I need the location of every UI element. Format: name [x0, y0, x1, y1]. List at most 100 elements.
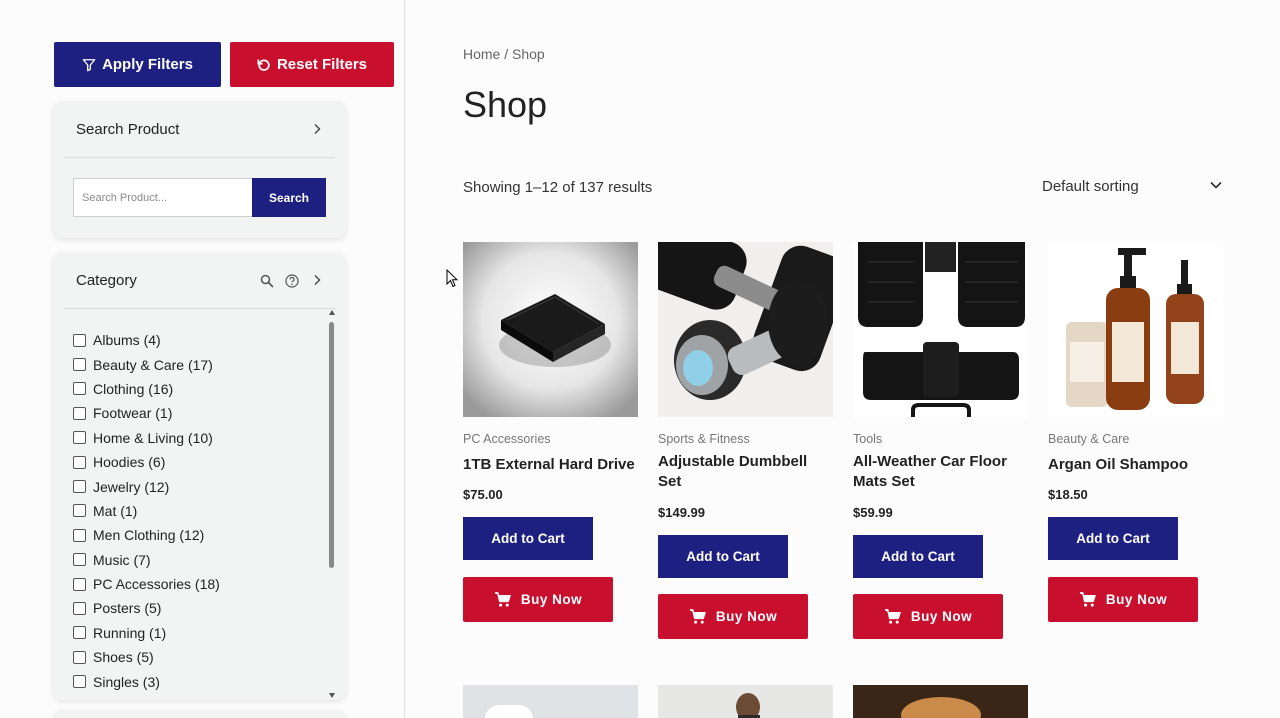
page-title: Shop — [463, 84, 548, 125]
category-checkbox[interactable] — [73, 650, 86, 664]
search-icon[interactable] — [260, 274, 274, 288]
scrollbar-thumb[interactable] — [329, 322, 334, 568]
shop-page: Apply Filters Reset Filters Search Produ… — [0, 0, 1280, 718]
category-item[interactable]: Singles (3) — [73, 669, 313, 693]
product-name[interactable]: Adjustable Dumbbell Set — [658, 452, 833, 492]
product-category[interactable]: PC Accessories — [463, 432, 551, 446]
scroll-down-arrow-icon[interactable] — [329, 693, 335, 698]
category-checkbox[interactable] — [73, 528, 86, 542]
category-item[interactable]: Running (1) — [73, 621, 313, 645]
product-card: Beauty & Care Argan Oil Shampoo $18.50 A… — [1048, 242, 1223, 622]
cart-icon — [689, 609, 706, 624]
category-label: Albums (4) — [93, 332, 161, 349]
category-checkbox[interactable] — [73, 577, 86, 591]
category-item[interactable]: Home & Living (10) — [73, 426, 313, 450]
category-checkbox[interactable] — [73, 601, 86, 615]
product-card: Tools All-Weather Car Floor Mats Set $59… — [853, 242, 1028, 639]
category-item[interactable]: Jewelry (12) — [73, 474, 313, 498]
add-to-cart-button[interactable]: Add to Cart — [658, 535, 788, 578]
category-item[interactable]: Men Clothing (12) — [73, 523, 313, 547]
product-image-partial[interactable] — [853, 685, 1028, 718]
category-item[interactable]: Music (7) — [73, 548, 313, 572]
chevron-right-icon[interactable] — [311, 274, 323, 286]
product-price: $75.00 — [463, 487, 503, 502]
apply-filters-button[interactable]: Apply Filters — [54, 42, 221, 87]
product-name[interactable]: All-Weather Car Floor Mats Set — [853, 452, 1028, 492]
shop-main: Home / Shop Shop Showing 1–12 of 137 res… — [463, 0, 1280, 718]
category-label: Hoodies (6) — [93, 454, 166, 471]
product-card: PC Accessories 1TB External Hard Drive $… — [463, 242, 638, 622]
category-label: Clothing (16) — [93, 380, 174, 397]
category-checkbox[interactable] — [73, 675, 86, 689]
cart-icon — [884, 609, 901, 624]
buy-now-button[interactable]: Buy Now — [1048, 577, 1198, 622]
buy-now-label: Buy Now — [1105, 592, 1168, 607]
search-button[interactable]: Search — [252, 178, 326, 217]
cart-icon — [494, 592, 511, 607]
product-category[interactable]: Beauty & Care — [1048, 432, 1129, 446]
category-checkbox[interactable] — [73, 480, 86, 494]
category-label: Home & Living (10) — [93, 429, 213, 446]
category-label: Shoes (5) — [93, 649, 154, 666]
category-item[interactable]: Hoodies (6) — [73, 450, 313, 474]
product-image-dumbbell[interactable] — [658, 242, 833, 417]
add-to-cart-button[interactable]: Add to Cart — [1048, 517, 1178, 560]
category-checkbox[interactable] — [73, 553, 86, 567]
category-checkbox[interactable] — [73, 358, 86, 372]
category-panel-header[interactable]: Category — [64, 252, 335, 309]
product-name[interactable]: Argan Oil Shampoo — [1048, 455, 1223, 475]
filter-icon — [82, 58, 96, 71]
category-checkbox[interactable] — [73, 626, 86, 640]
product-image-partial[interactable] — [463, 685, 638, 718]
category-item[interactable]: Footwear (1) — [73, 401, 313, 425]
category-checkbox[interactable] — [73, 504, 86, 518]
category-item[interactable]: Mat (1) — [73, 499, 313, 523]
product-category[interactable]: Tools — [853, 432, 882, 446]
category-list: Albums (4) Beauty & Care (17) Clothing (… — [73, 328, 313, 694]
sorting-selected-label: Default sorting — [1042, 177, 1139, 195]
category-checkbox[interactable] — [73, 431, 86, 445]
product-price: $18.50 — [1048, 487, 1088, 502]
category-label: Running (1) — [93, 624, 167, 641]
category-label: PC Accessories (18) — [93, 576, 220, 593]
buy-now-button[interactable]: Buy Now — [658, 594, 808, 639]
help-icon[interactable] — [285, 274, 299, 288]
buy-now-button[interactable]: Buy Now — [463, 577, 613, 622]
category-item[interactable]: Albums (4) — [73, 328, 313, 352]
sorting-select[interactable]: Default sorting — [1042, 176, 1223, 196]
product-image-floor-mats[interactable] — [853, 242, 1028, 417]
category-label: Posters (5) — [93, 600, 162, 617]
category-checkbox[interactable] — [73, 455, 86, 469]
category-item[interactable]: Posters (5) — [73, 596, 313, 620]
category-checkbox[interactable] — [73, 382, 86, 396]
category-checkbox[interactable] — [73, 333, 86, 347]
scroll-up-arrow-icon[interactable] — [329, 310, 335, 315]
reset-filters-label: Reset Filters — [276, 56, 368, 73]
add-to-cart-button[interactable]: Add to Cart — [853, 535, 983, 578]
product-category[interactable]: Sports & Fitness — [658, 432, 750, 446]
category-item[interactable]: Beauty & Care (17) — [73, 352, 313, 376]
category-item[interactable]: Clothing (16) — [73, 377, 313, 401]
category-label: Music (7) — [93, 551, 151, 568]
category-panel-title: Category — [76, 271, 137, 289]
category-checkbox[interactable] — [73, 406, 86, 420]
product-name[interactable]: 1TB External Hard Drive — [463, 455, 638, 475]
buy-now-label: Buy Now — [910, 609, 973, 624]
category-label: Beauty & Care (17) — [93, 356, 213, 373]
product-image-partial[interactable] — [658, 685, 833, 718]
chevron-right-icon[interactable] — [311, 123, 323, 135]
product-image-argan-oil[interactable] — [1048, 242, 1223, 417]
category-item[interactable]: Shoes (5) — [73, 645, 313, 669]
category-item[interactable]: PC Accessories (18) — [73, 572, 313, 596]
product-image-hard-drive[interactable] — [463, 242, 638, 417]
category-scrollbar[interactable] — [329, 310, 335, 698]
chevron-down-icon — [1210, 181, 1222, 189]
add-to-cart-button[interactable]: Add to Cart — [463, 517, 593, 560]
search-panel-header[interactable]: Search Product — [64, 101, 335, 158]
reset-filters-button[interactable]: Reset Filters — [230, 42, 394, 87]
buy-now-button[interactable]: Buy Now — [853, 594, 1003, 639]
breadcrumb[interactable]: Home / Shop — [463, 46, 545, 62]
search-input[interactable] — [73, 178, 252, 217]
category-label: Singles (3) — [93, 673, 160, 690]
product-price: $149.99 — [658, 505, 705, 520]
